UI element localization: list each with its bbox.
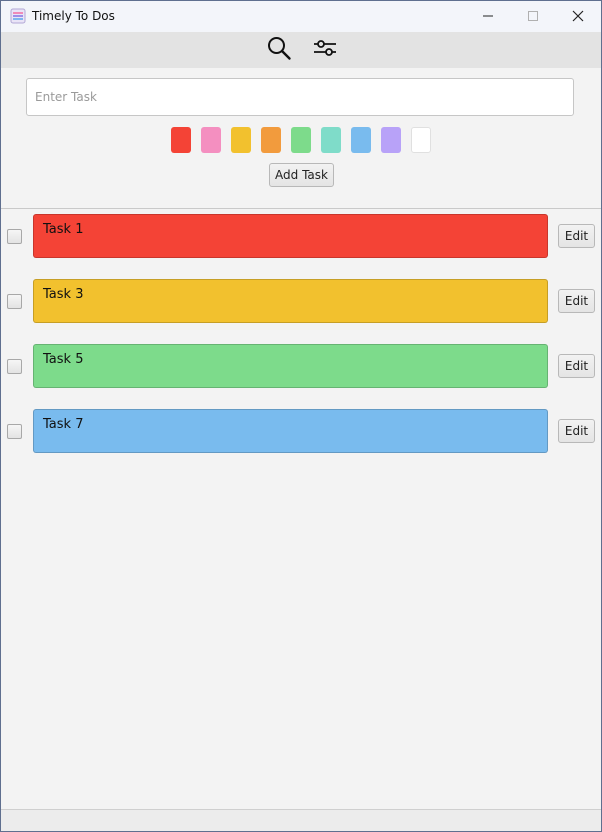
- color-swatch-orange[interactable]: [261, 127, 281, 153]
- search-button[interactable]: [265, 36, 293, 64]
- task-card[interactable]: Task 5: [33, 344, 548, 388]
- edit-task-button[interactable]: Edit: [558, 289, 595, 313]
- task-row: Task 7 Edit: [1, 409, 601, 455]
- task-row: Task 5 Edit: [1, 344, 601, 390]
- task-entry-panel: Add Task: [1, 68, 601, 209]
- window-title: Timely To Dos: [32, 9, 115, 23]
- app-window: Timely To Dos Enter Task Add Task Task 1…: [0, 0, 602, 832]
- task-label: Task 7: [43, 417, 84, 432]
- status-bar: [1, 809, 601, 831]
- task-label: Task 5: [43, 352, 84, 367]
- task-row: Task 3 Edit: [1, 279, 601, 325]
- task-row: Task 1 Edit: [1, 214, 601, 260]
- minimize-icon: [482, 7, 494, 26]
- filter-button[interactable]: [311, 36, 339, 64]
- color-swatch-white[interactable]: [411, 127, 431, 153]
- add-task-button[interactable]: Add Task: [269, 163, 334, 187]
- task-input[interactable]: [26, 78, 574, 116]
- task-card[interactable]: Task 1: [33, 214, 548, 258]
- color-swatch-blue[interactable]: [351, 127, 371, 153]
- sliders-icon: [312, 35, 338, 65]
- task-label: Task 1: [43, 222, 84, 237]
- search-icon: [266, 35, 292, 65]
- maximize-button[interactable]: [510, 1, 556, 32]
- edit-task-button[interactable]: Edit: [558, 224, 595, 248]
- title-bar: Timely To Dos: [1, 1, 601, 32]
- task-checkbox[interactable]: [7, 424, 22, 439]
- task-card[interactable]: Task 7: [33, 409, 548, 453]
- close-button[interactable]: [555, 1, 601, 32]
- task-label: Task 3: [43, 287, 84, 302]
- close-icon: [572, 7, 584, 26]
- minimize-button[interactable]: [465, 1, 511, 32]
- toolbar: [1, 32, 601, 68]
- notepad-lines-icon: [10, 8, 26, 24]
- color-swatch-teal[interactable]: [321, 127, 341, 153]
- color-swatch-purple[interactable]: [381, 127, 401, 153]
- task-checkbox[interactable]: [7, 294, 22, 309]
- task-checkbox[interactable]: [7, 229, 22, 244]
- color-swatch-yellow[interactable]: [231, 127, 251, 153]
- edit-task-button[interactable]: Edit: [558, 419, 595, 443]
- color-swatch-red[interactable]: [171, 127, 191, 153]
- task-checkbox[interactable]: [7, 359, 22, 374]
- color-swatch-green[interactable]: [291, 127, 311, 153]
- color-swatch-pink[interactable]: [201, 127, 221, 153]
- maximize-icon: [527, 7, 539, 26]
- task-card[interactable]: Task 3: [33, 279, 548, 323]
- edit-task-button[interactable]: Edit: [558, 354, 595, 378]
